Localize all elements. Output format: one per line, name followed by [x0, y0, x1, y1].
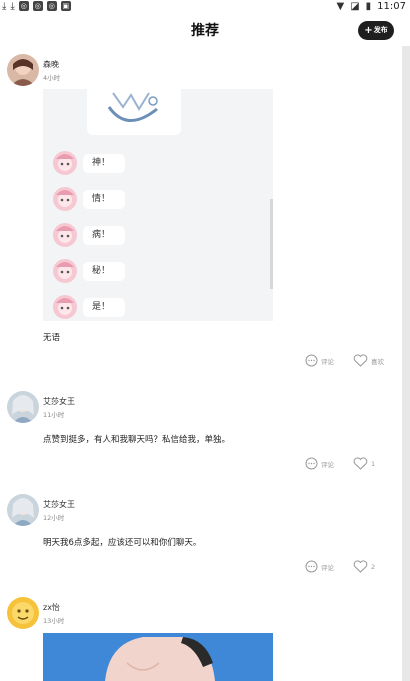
post-actions: 评论 1 — [300, 457, 395, 471]
avatar[interactable] — [7, 391, 39, 423]
like-button[interactable]: 1 — [353, 457, 375, 470]
heart-icon — [353, 354, 368, 367]
chat-avatar — [53, 259, 77, 283]
post-text: 明天我6点多起，应该还可以和你们聊天。 — [43, 538, 202, 548]
app-header: 推荐 +发布 — [0, 14, 410, 46]
download-icon: ⤓ — [10, 0, 15, 12]
comment-label: 评论 — [321, 357, 334, 366]
chat-bubble: 秘！ — [83, 262, 125, 281]
comment-button[interactable]: 评论 — [305, 560, 334, 573]
post-image[interactable] — [43, 633, 273, 681]
post-text: 点赞到挺多，有人和我聊天吗？私信给我，单独。 — [43, 435, 231, 445]
clock: 11:07 — [377, 0, 406, 12]
heart-icon — [353, 457, 368, 470]
status-bar: ⤓ ⤓ ◎ ◎ ◎ ▣ ▼ ◪ ▮ 11:07 — [0, 0, 410, 14]
post-actions: 评论 2 — [300, 560, 395, 574]
comment-label: 评论 — [321, 460, 334, 469]
app-notification-icon: ◎ — [46, 1, 57, 11]
sticker-image — [87, 89, 181, 135]
chat-avatar — [53, 187, 77, 211]
chat-bubble: 病！ — [83, 226, 125, 245]
username[interactable]: zx怡 — [43, 602, 60, 613]
avatar[interactable] — [7, 54, 39, 86]
like-count: 1 — [371, 459, 376, 468]
comment-button[interactable]: 评论 — [305, 457, 334, 470]
chat-bubble: 神！ — [83, 154, 125, 173]
username[interactable]: 艾莎女王 — [43, 499, 75, 510]
comment-label: 评论 — [321, 563, 334, 572]
post-image[interactable]: 神！ 情！ 病！ 秘！ 是！ — [43, 89, 273, 321]
image-scrollbar — [270, 199, 273, 289]
post-time: 11小时 — [43, 411, 65, 419]
plus-icon: + — [364, 25, 373, 36]
heart-icon — [353, 560, 368, 573]
comment-icon — [305, 560, 318, 573]
chat-avatar — [53, 295, 77, 319]
post-time: 4小时 — [43, 74, 61, 82]
like-label: 喜欢 — [371, 357, 384, 366]
post-text: 无语 — [43, 333, 61, 343]
avatar[interactable] — [7, 494, 39, 526]
battery-icon: ▮ — [365, 0, 372, 12]
no-sim-icon: ◪ — [350, 0, 360, 12]
chat-avatar — [53, 223, 77, 247]
comment-button[interactable]: 评论 — [305, 354, 334, 367]
publish-button[interactable]: +发布 — [358, 21, 394, 40]
avatar[interactable] — [7, 597, 39, 629]
username[interactable]: 艾莎女王 — [43, 396, 75, 407]
system-icons: ▼ ◪ ▮ 11:07 — [337, 0, 407, 12]
wifi-icon: ▼ — [336, 0, 345, 12]
like-count: 2 — [371, 562, 376, 571]
app-notification-icon: ◎ — [32, 1, 43, 11]
background-app-edge — [402, 46, 410, 681]
notification-icons: ⤓ ⤓ ◎ ◎ ◎ ▣ — [2, 0, 71, 12]
download-icon: ⤓ — [2, 0, 7, 12]
chat-bubble: 是！ — [83, 298, 125, 317]
page-title: 推荐 — [191, 23, 219, 39]
like-button[interactable]: 2 — [353, 560, 375, 573]
chat-avatar — [53, 151, 77, 175]
photo-notification-icon: ▣ — [60, 1, 71, 11]
post-actions: 评论 喜欢 — [300, 354, 395, 368]
chat-bubble: 情！ — [83, 190, 125, 209]
like-button[interactable]: 喜欢 — [353, 354, 384, 367]
username[interactable]: 森晚 — [43, 59, 59, 70]
post-time: 13小时 — [43, 617, 65, 625]
comment-icon — [305, 354, 318, 367]
comment-icon — [305, 457, 318, 470]
post-time: 12小时 — [43, 514, 65, 522]
publish-label: 发布 — [373, 26, 388, 34]
app-notification-icon: ◎ — [18, 1, 29, 11]
